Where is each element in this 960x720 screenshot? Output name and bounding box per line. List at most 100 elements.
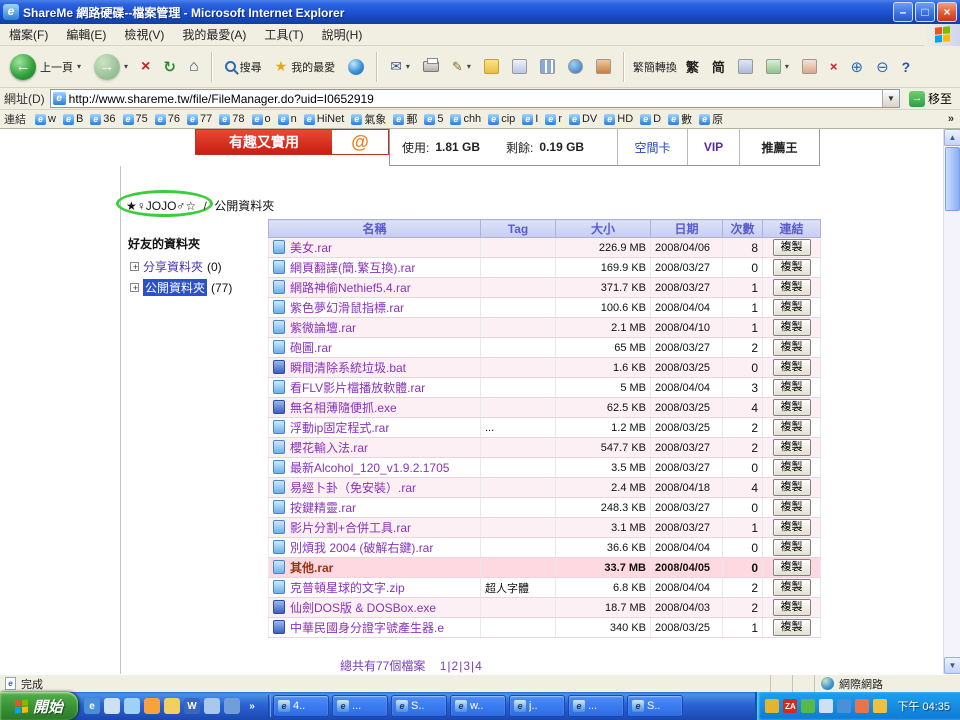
- mail-dropdown-icon[interactable]: ▾: [406, 62, 410, 71]
- vertical-scrollbar[interactable]: [943, 129, 960, 674]
- copy-button[interactable]: 複製: [773, 619, 811, 636]
- file-link[interactable]: 網頁翻譯(簡.繁互換).rar: [290, 261, 415, 275]
- tray-shield-icon[interactable]: [765, 699, 779, 713]
- copy-button[interactable]: 複製: [773, 519, 811, 536]
- ad-banner[interactable]: 有趣又實用 @: [195, 129, 389, 155]
- tray-volume-icon[interactable]: [819, 699, 833, 713]
- menu-item[interactable]: 編輯(E): [57, 23, 115, 46]
- tool-button-3[interactable]: [798, 56, 821, 77]
- file-link[interactable]: 瞬間清除系統垃圾.bat: [290, 361, 406, 375]
- file-link[interactable]: 仙劍DOS版 & DOSBox.exe: [290, 601, 436, 615]
- print-button[interactable]: [419, 58, 443, 75]
- scroll-up-button[interactable]: [944, 129, 960, 146]
- address-input[interactable]: http://www.shareme.tw/file/FileManager.d…: [50, 89, 900, 108]
- simplified-chinese-button[interactable]: 简: [708, 55, 729, 78]
- tool-button-2[interactable]: ▾: [762, 56, 793, 77]
- links-bar-item[interactable]: eD: [637, 110, 664, 128]
- links-bar-item[interactable]: e郵: [390, 110, 420, 128]
- links-bar-item[interactable]: e75: [120, 110, 151, 128]
- scrollbar-thumb[interactable]: [945, 147, 960, 211]
- space-card-link[interactable]: 空間卡: [617, 129, 687, 165]
- menu-item[interactable]: 工具(T): [255, 23, 312, 46]
- links-bar-item[interactable]: eI: [519, 110, 541, 128]
- links-bar-item[interactable]: e氣象: [348, 110, 389, 128]
- copy-button[interactable]: 複製: [773, 379, 811, 396]
- links-bar-item[interactable]: eo: [249, 110, 274, 128]
- sidebar-item-public-folder[interactable]: 公開資料夾 (77): [130, 279, 232, 296]
- file-link[interactable]: 網路神偷Nethief5.4.rar: [290, 281, 411, 295]
- discuss-button[interactable]: [480, 56, 503, 77]
- refresh-button[interactable]: ↻: [159, 55, 180, 79]
- public-folder-link[interactable]: 公開資料夾: [143, 279, 207, 296]
- copy-button[interactable]: 複製: [773, 499, 811, 516]
- column-header[interactable]: 連結: [763, 220, 821, 238]
- word-quicklaunch-icon[interactable]: W: [184, 698, 200, 714]
- menu-item[interactable]: 說明(H): [313, 23, 372, 46]
- traditional-chinese-button[interactable]: 繁: [682, 55, 703, 78]
- copy-button[interactable]: 複製: [773, 399, 811, 416]
- forward-button[interactable]: → ▾: [90, 51, 132, 83]
- back-dropdown-icon[interactable]: ▾: [77, 62, 81, 71]
- links-overflow-chevron[interactable]: »: [946, 113, 956, 125]
- media-button[interactable]: [344, 56, 368, 78]
- scroll-down-button[interactable]: [944, 657, 960, 674]
- minimize-button[interactable]: [893, 2, 913, 22]
- menu-item[interactable]: 檢視(V): [115, 23, 173, 46]
- taskbar-window-button[interactable]: ew..: [450, 695, 506, 717]
- links-bar-item[interactable]: ew: [32, 110, 59, 128]
- address-dropdown-button[interactable]: ▼: [882, 90, 899, 107]
- back-button[interactable]: ← 上一頁 ▾: [6, 51, 85, 83]
- copy-button[interactable]: 複製: [773, 339, 811, 356]
- calculator-button[interactable]: [508, 56, 531, 77]
- app-quicklaunch-icon-1[interactable]: [204, 698, 220, 714]
- file-link[interactable]: 最新Alcohol_120_v1.9.2.1705: [290, 461, 449, 475]
- stop-button[interactable]: ×: [137, 55, 154, 79]
- file-link[interactable]: 易經卜卦（免安裝）.rar: [290, 481, 416, 495]
- file-link[interactable]: 其他.rar: [290, 561, 333, 575]
- links-bar-item[interactable]: eHD: [601, 110, 636, 128]
- links-bar-item[interactable]: eHiNet: [301, 110, 348, 128]
- file-link[interactable]: 看FLV影片檔播放軟體.rar: [290, 381, 425, 395]
- copy-button[interactable]: 複製: [773, 539, 811, 556]
- tree-expand-icon[interactable]: [130, 283, 139, 292]
- column-header[interactable]: 大小: [556, 220, 651, 238]
- column-header[interactable]: 次數: [723, 220, 763, 238]
- links-bar-item[interactable]: en: [275, 110, 300, 128]
- contacts-button[interactable]: [592, 56, 615, 77]
- tree-expand-icon[interactable]: [130, 262, 139, 271]
- vip-link[interactable]: VIP: [687, 129, 739, 165]
- copy-button[interactable]: 複製: [773, 579, 811, 596]
- maximize-button[interactable]: [915, 2, 935, 22]
- page-link[interactable]: 2: [452, 659, 459, 673]
- links-bar-item[interactable]: eDV: [566, 110, 600, 128]
- menu-item[interactable]: 檔案(F): [0, 23, 57, 46]
- links-bar-item[interactable]: er: [542, 110, 565, 128]
- file-link[interactable]: 無名相薄隨便抓.exe: [290, 401, 397, 415]
- start-button[interactable]: 開始: [0, 692, 78, 720]
- go-button[interactable]: 移至: [905, 90, 956, 107]
- file-link[interactable]: 按鍵精靈.rar: [290, 501, 356, 515]
- copy-button[interactable]: 複製: [773, 319, 811, 336]
- page-link[interactable]: 1: [440, 659, 447, 673]
- tool-button-1[interactable]: [734, 56, 757, 77]
- tool-dropdown-icon[interactable]: ▾: [785, 62, 789, 71]
- links-bar-item[interactable]: e76: [152, 110, 183, 128]
- links-bar-item[interactable]: echh: [447, 110, 484, 128]
- copy-button[interactable]: 複製: [773, 239, 811, 256]
- edit-button[interactable]: ✎ ▾: [448, 56, 475, 78]
- page-link[interactable]: 3: [463, 659, 470, 673]
- ie-quicklaunch-icon[interactable]: e: [84, 698, 100, 714]
- copy-button[interactable]: 複製: [773, 559, 811, 576]
- block-button[interactable]: ×: [826, 56, 842, 77]
- edit-dropdown-icon[interactable]: ▾: [467, 62, 471, 71]
- file-link[interactable]: 砲圖.rar: [290, 341, 332, 355]
- app-quicklaunch-icon-2[interactable]: [224, 698, 240, 714]
- column-header[interactable]: Tag: [481, 220, 556, 238]
- file-link[interactable]: 美女.rar: [290, 241, 332, 255]
- zoom-in-button[interactable]: [847, 55, 868, 79]
- column-header[interactable]: 名稱: [269, 220, 481, 238]
- links-bar-item[interactable]: eB: [60, 110, 86, 128]
- links-bar-item[interactable]: e77: [184, 110, 215, 128]
- links-bar-item[interactable]: e原: [696, 110, 726, 128]
- taskbar-window-button[interactable]: e...: [332, 695, 388, 717]
